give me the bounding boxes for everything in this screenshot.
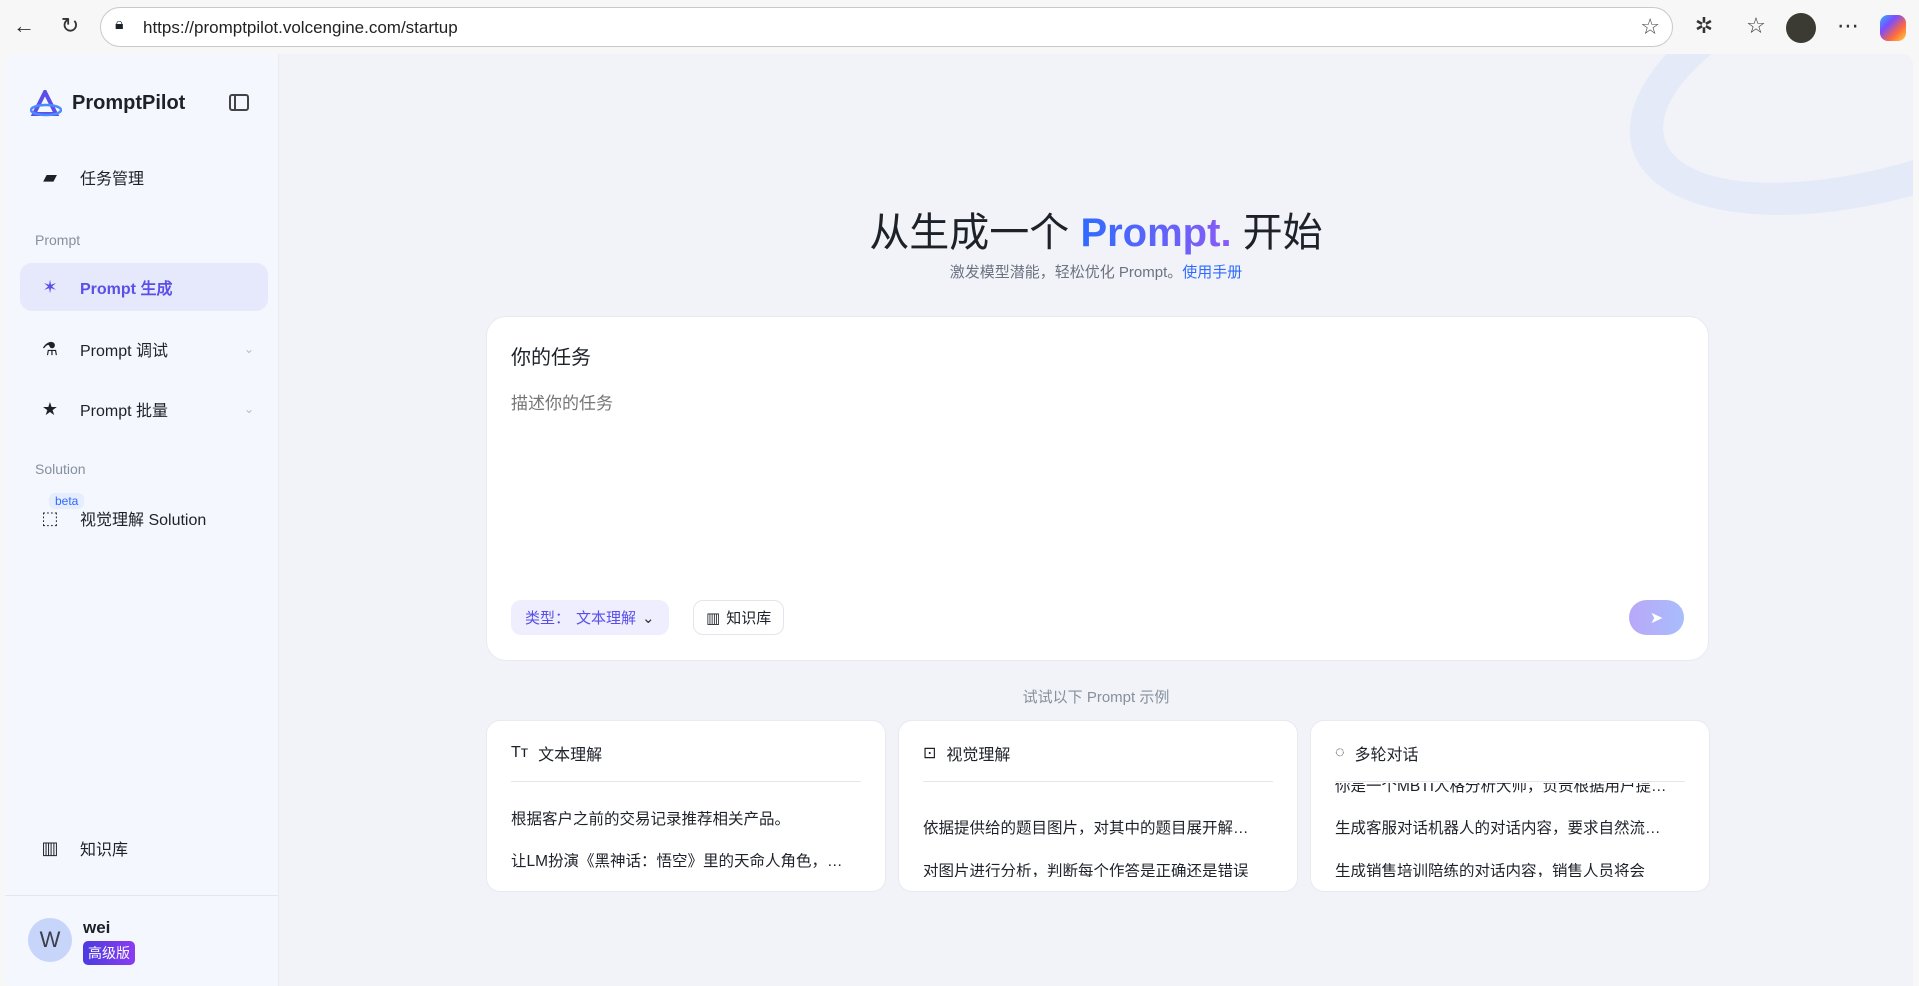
title-pre: 从生成一个 bbox=[869, 211, 1081, 255]
collapse-sidebar-icon[interactable] bbox=[229, 94, 249, 111]
label: 知识库 bbox=[80, 842, 129, 859]
card-header: ◌ 多轮对话 bbox=[1335, 741, 1419, 765]
task-card: 你的任务 类型： 文本理解 ⌄ ▥ 知识库 ➤ bbox=[486, 316, 1709, 661]
card-header: Tт 文本理解 bbox=[511, 741, 602, 765]
divider bbox=[923, 781, 1273, 782]
logo-icon bbox=[29, 87, 63, 118]
chat-bubble-icon: ◌ bbox=[1335, 744, 1345, 761]
url-text[interactable]: https://promptpilot.volcengine.com/start… bbox=[143, 18, 458, 38]
example-item[interactable]: 对图片进行分析，判断每个作答是正确还是错误 bbox=[923, 859, 1273, 877]
page-title: 从生成一个 Prompt. 开始 bbox=[279, 200, 1913, 258]
card-header: ⊡ 视觉理解 bbox=[923, 741, 1010, 765]
label: Prompt 调试 bbox=[80, 343, 169, 360]
manual-link[interactable]: 使用手册 bbox=[1182, 264, 1242, 281]
label: 视觉理解 Solution bbox=[80, 512, 207, 529]
sidebar-item-task-management[interactable]: ▰ 任务管理 bbox=[20, 153, 268, 201]
knowledge-button[interactable]: ▥ 知识库 bbox=[693, 600, 785, 635]
label: Prompt 批量 bbox=[80, 403, 169, 420]
example-item[interactable]: 让LM扮演《黑神话：悟空》里的天命人角色，… bbox=[511, 849, 861, 871]
sidebar-item-prompt-batch[interactable]: ★ Prompt 批量 ⌄ bbox=[20, 385, 268, 433]
label: 任务管理 bbox=[80, 171, 145, 188]
type-label: 类型： bbox=[525, 610, 571, 627]
example-item[interactable]: 根据客户之前的交易记录推荐相关产品。 bbox=[511, 807, 861, 829]
profile-avatar[interactable] bbox=[1786, 13, 1816, 43]
example-card-visual[interactable]: ⊡ 视觉理解 依据提供给的题目图片，对其中的题目展开解… 对图片进行分析，判断每个… bbox=[898, 720, 1298, 892]
example-item[interactable]: 生成客服对话机器人的对话内容，要求自然流… bbox=[1335, 816, 1685, 838]
examples-title: 试试以下 Prompt 示例 bbox=[1022, 689, 1170, 706]
address-bar[interactable]: 🔒︎ https://promptpilot.volcengine.com/st… bbox=[100, 7, 1673, 47]
magic-wand-icon: ✶ bbox=[42, 276, 58, 297]
reload-icon[interactable]: ↻ bbox=[56, 12, 84, 40]
title-accent: Prompt. bbox=[1080, 211, 1232, 255]
chevron-down-icon: ⌄ bbox=[243, 342, 254, 356]
send-button[interactable]: ➤ bbox=[1629, 600, 1684, 635]
task-input[interactable] bbox=[511, 389, 1681, 569]
example-item[interactable]: 依据提供给的题目图片，对其中的题目展开解… bbox=[923, 816, 1273, 838]
task-label: 你的任务 bbox=[511, 347, 591, 369]
type-select[interactable]: 类型： 文本理解 ⌄ bbox=[511, 600, 669, 635]
avatar[interactable]: W bbox=[28, 918, 72, 962]
label: Prompt 生成 bbox=[80, 281, 173, 298]
divider bbox=[5, 895, 278, 896]
divider bbox=[1335, 781, 1685, 782]
type-value: 文本理解 bbox=[576, 610, 637, 627]
back-icon[interactable]: ← bbox=[10, 12, 38, 40]
card-title: 视觉理解 bbox=[946, 747, 1011, 764]
card-title: 多轮对话 bbox=[1354, 747, 1419, 764]
books-icon: ▥ bbox=[706, 609, 721, 627]
example-card-text[interactable]: Tт 文本理解 根据客户之前的交易记录推荐相关产品。 让LM扮演《黑神话：悟空》里… bbox=[486, 720, 886, 892]
sidebar-item-prompt-debug[interactable]: ⚗ Prompt 调试 ⌄ bbox=[20, 325, 268, 373]
favorites-icon[interactable]: ☆ bbox=[1742, 12, 1770, 40]
books-icon: ▥ bbox=[41, 837, 59, 858]
cube-icon: ⬚ bbox=[41, 507, 59, 528]
subtitle-text: 激发模型潜能，轻松优化 Prompt。 bbox=[949, 264, 1183, 281]
example-item[interactable]: 生成销售培训陪练的对话内容，销售人员将会 bbox=[1335, 859, 1685, 877]
section-label-prompt: Prompt bbox=[35, 232, 81, 248]
image-icon: ⊡ bbox=[923, 745, 937, 762]
extensions-icon[interactable]: ✲ bbox=[1690, 12, 1718, 40]
card-title: 文本理解 bbox=[538, 747, 603, 764]
brand-name: PromptPilot bbox=[72, 92, 186, 114]
sidebar-item-prompt-generate[interactable]: ✶ Prompt 生成 bbox=[20, 263, 268, 311]
user-name: wei bbox=[83, 918, 111, 937]
section-label-solution: Solution bbox=[35, 461, 86, 477]
flask-icon: ⚗ bbox=[41, 338, 59, 359]
favorite-star-icon[interactable]: ☆ bbox=[1640, 14, 1660, 40]
title-post: 开始 bbox=[1231, 211, 1323, 255]
send-icon: ➤ bbox=[1649, 609, 1664, 627]
chevron-down-icon: ⌄ bbox=[243, 402, 254, 416]
example-item[interactable]: 你是一个MBTI人格分析大师，负责根据用户提… bbox=[1335, 783, 1685, 796]
plan-badge: 高级版 bbox=[83, 941, 135, 965]
divider bbox=[511, 781, 861, 782]
sidebar: PromptPilot ▰ 任务管理 Prompt ✶ Prompt 生成 ⚗ Pro… bbox=[5, 54, 279, 986]
star-file-icon: ★ bbox=[41, 398, 59, 419]
main-content: 从生成一个 Prompt. 开始 激发模型潜能，轻松优化 Prompt。使用手册… bbox=[279, 54, 1913, 986]
folder-icon: ▰ bbox=[43, 166, 57, 187]
text-type-icon: Tт bbox=[511, 744, 529, 761]
subtitle: 激发模型潜能，轻松优化 Prompt。使用手册 bbox=[279, 261, 1913, 282]
example-card-multiturn[interactable]: ◌ 多轮对话 你是一个MBTI人格分析大师，负责根据用户提… 生成客服对话机器人的… bbox=[1310, 720, 1710, 892]
more-icon[interactable]: ⋯ bbox=[1834, 12, 1862, 40]
sidebar-item-knowledge[interactable]: ▥ 知识库 bbox=[20, 824, 268, 872]
sidebar-item-visual-solution[interactable]: ⬚ 视觉理解 Solution bbox=[20, 494, 268, 542]
copilot-icon[interactable] bbox=[1880, 15, 1906, 41]
browser-toolbar: ← ↻ 🔒︎ https://promptpilot.volcengine.co… bbox=[0, 0, 1919, 53]
lock-icon: 🔒︎ bbox=[115, 16, 124, 33]
chevron-down-icon: ⌄ bbox=[642, 609, 655, 627]
knowledge-label: 知识库 bbox=[726, 610, 772, 627]
